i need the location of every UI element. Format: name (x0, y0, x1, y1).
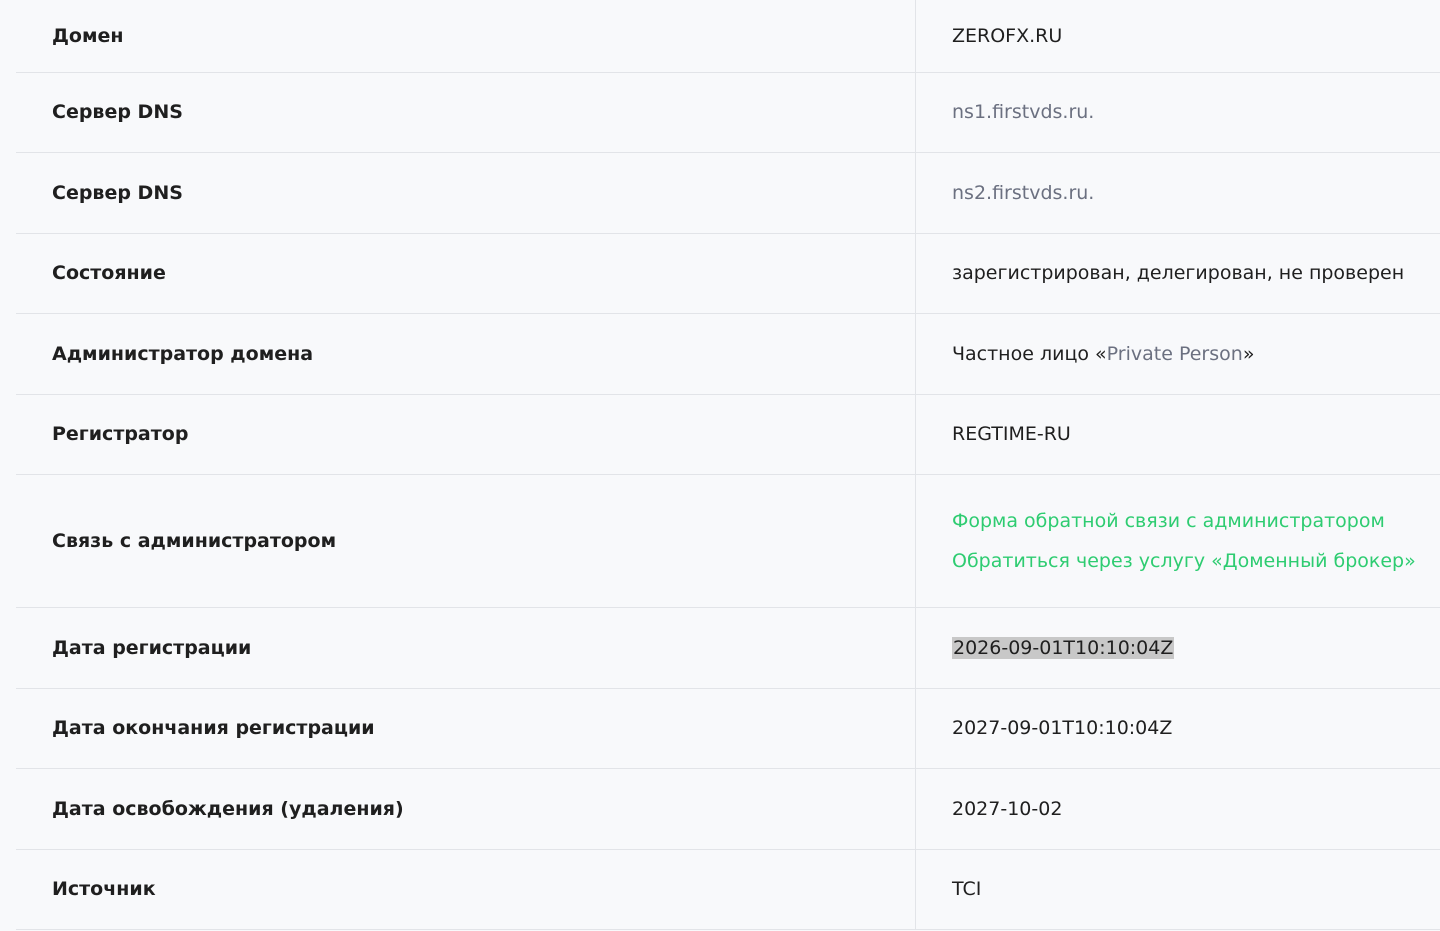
domain-broker-link[interactable]: Обратиться через услугу «Доменный брокер… (952, 550, 1440, 572)
label-free-date: Дата освобождения (удаления) (16, 769, 916, 849)
label-admin: Администратор домена (16, 314, 916, 394)
label-source: Источник (16, 849, 916, 929)
label-registrar: Регистратор (16, 394, 916, 474)
label-dns-1: Сервер DNS (16, 72, 916, 152)
row-admin: Администратор домена Частное лицо «Priva… (16, 314, 1440, 395)
value-source: TCI (952, 878, 982, 901)
row-reg-date: Дата регистрации 2026-09-01T10:10:04Z (16, 608, 1440, 689)
row-domain: Домен ZEROFX.RU (16, 0, 1440, 73)
label-contact: Связь с администратором (16, 475, 916, 607)
value-admin-link[interactable]: Private Person (1107, 343, 1243, 365)
label-reg-date: Дата регистрации (16, 608, 916, 688)
value-registrar: REGTIME-RU (952, 423, 1071, 446)
feedback-form-link[interactable]: Форма обратной связи с администратором (952, 510, 1440, 532)
value-dns-1-link[interactable]: ns1.firstvds.ru. (952, 101, 1440, 123)
row-dns-2: Сервер DNS ns2.firstvds.ru. (16, 153, 1440, 234)
label-exp-date: Дата окончания регистрации (16, 688, 916, 768)
value-domain: ZEROFX.RU (952, 24, 1063, 47)
row-source: Источник TCI (16, 849, 1440, 930)
value-admin-suffix: » (1242, 342, 1255, 365)
value-admin-prefix: Частное лицо « (952, 342, 1107, 365)
label-status: Состояние (16, 233, 916, 313)
row-status: Состояние зарегистрирован, делегирован, … (16, 233, 1440, 314)
value-dns-2-link[interactable]: ns2.firstvds.ru. (952, 182, 1440, 204)
row-registrar: Регистратор REGTIME-RU (16, 394, 1440, 475)
value-reg-date: 2026-09-01T10:10:04Z (952, 636, 1175, 659)
row-free-date: Дата освобождения (удаления) 2027-10-02 (16, 769, 1440, 850)
value-free-date: 2027-10-02 (952, 797, 1063, 820)
value-exp-date: 2027-09-01T10:10:04Z (952, 717, 1173, 740)
label-domain: Домен (16, 0, 916, 72)
row-dns-1: Сервер DNS ns1.firstvds.ru. (16, 72, 1440, 153)
label-dns-2: Сервер DNS (16, 153, 916, 233)
whois-table: Домен ZEROFX.RU Сервер DNS ns1.firstvds.… (16, 0, 1440, 930)
row-contact: Связь с администратором Форма обратной с… (16, 475, 1440, 608)
value-status: зарегистрирован, делегирован, не провере… (952, 262, 1405, 285)
row-exp-date: Дата окончания регистрации 2027-09-01T10… (16, 688, 1440, 769)
